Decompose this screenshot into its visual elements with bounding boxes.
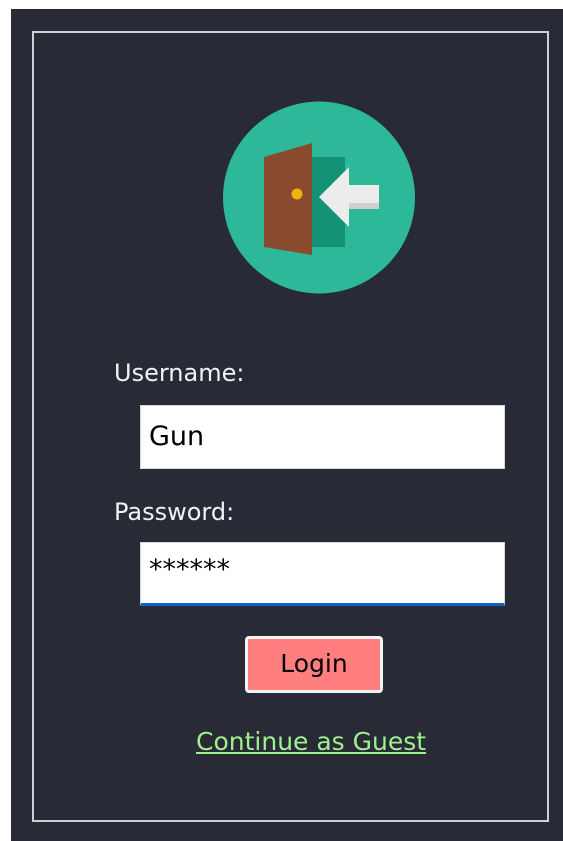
username-input[interactable]: Gun <box>140 405 505 469</box>
enter-door-icon <box>223 101 415 294</box>
door-panel <box>264 143 312 255</box>
login-frame: Username: Gun Password: ****** Login Con… <box>32 31 549 822</box>
password-input[interactable]: ****** <box>140 542 505 606</box>
login-window: Username: Gun Password: ****** Login Con… <box>11 9 563 841</box>
door-knob <box>291 188 303 200</box>
password-label: Password: <box>114 498 235 526</box>
login-button[interactable]: Login <box>245 636 383 693</box>
username-label: Username: <box>114 359 245 387</box>
arrow-shadow <box>349 203 379 209</box>
continue-as-guest-link[interactable]: Continue as Guest <box>196 727 426 756</box>
